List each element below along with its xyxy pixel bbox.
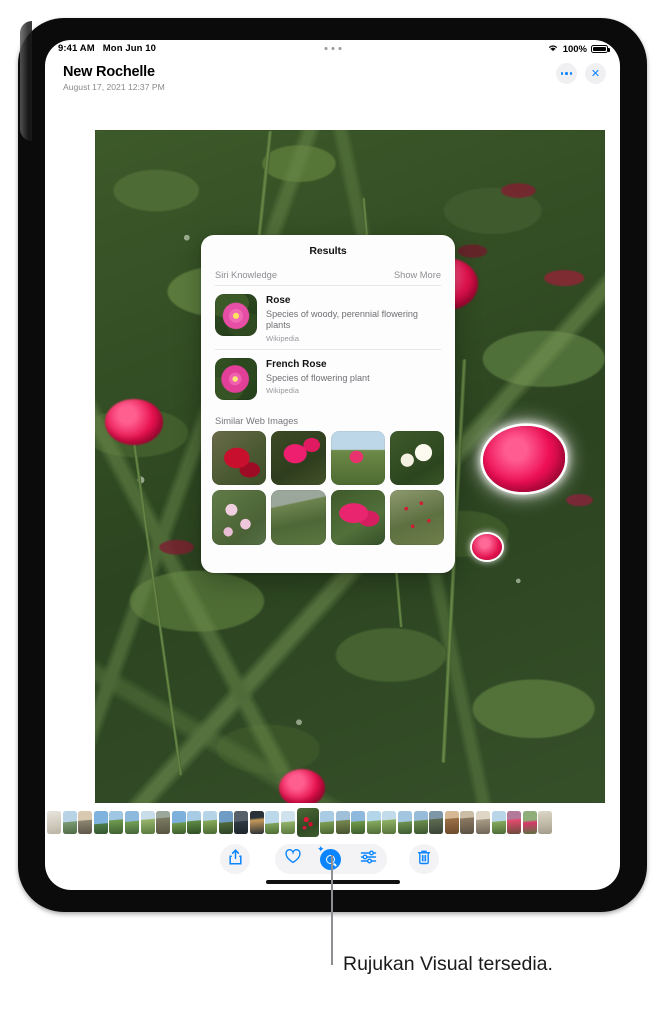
- multitask-handle[interactable]: [324, 47, 341, 50]
- filmstrip-thumb[interactable]: [398, 810, 413, 834]
- screenshot-root: 9:41 AM Mon Jun 10 100% New Rochelle Aug…: [0, 0, 665, 1024]
- adjust-button[interactable]: [360, 850, 377, 869]
- photo-filmstrip[interactable]: [45, 806, 620, 838]
- filmstrip-thumb[interactable]: [47, 810, 61, 834]
- filmstrip-thumb[interactable]: [351, 810, 366, 834]
- result-description: Species of flowering plant: [266, 372, 370, 383]
- filmstrip-thumb[interactable]: [265, 810, 280, 834]
- filmstrip-thumb[interactable]: [109, 810, 124, 834]
- wifi-icon: [547, 43, 559, 55]
- filmstrip-thumb[interactable]: [320, 810, 335, 834]
- similar-image-thumb[interactable]: [271, 490, 326, 545]
- filmstrip-thumb[interactable]: [382, 810, 397, 834]
- handle-dot: [338, 47, 341, 50]
- filmstrip-thumb[interactable]: [62, 810, 77, 834]
- similar-web-images-label: Similar Web Images: [215, 416, 299, 427]
- sparkles-icon: ✦: [316, 843, 325, 854]
- result-name: Rose: [266, 295, 291, 306]
- similar-web-images-grid: [201, 431, 455, 556]
- photo-header: New Rochelle August 17, 2021 12:37 PM ✕: [45, 60, 620, 100]
- more-options-button[interactable]: [556, 63, 577, 84]
- filmstrip-thumb[interactable]: [218, 810, 233, 834]
- delete-button[interactable]: [409, 844, 439, 874]
- filmstrip-thumb[interactable]: [476, 810, 491, 834]
- status-bar-left: 9:41 AM Mon Jun 10: [58, 43, 156, 54]
- result-name: French Rose: [266, 359, 327, 371]
- result-thumbnail-icon: [215, 294, 257, 336]
- filmstrip-thumb[interactable]: [507, 810, 522, 834]
- similar-image-thumb[interactable]: [389, 490, 444, 545]
- share-icon: [228, 848, 242, 870]
- filmstrip-thumb[interactable]: [124, 810, 139, 834]
- status-bar: 9:41 AM Mon Jun 10 100%: [45, 40, 620, 60]
- filmstrip-thumb[interactable]: [491, 810, 506, 834]
- result-text: Rose Species of woody, perennial floweri…: [266, 294, 441, 343]
- trash-icon: [417, 849, 431, 870]
- result-description: Species of woody, perennial flowering pl…: [266, 308, 418, 331]
- battery-icon: [591, 44, 610, 54]
- glowing-rose-outline[interactable]: [482, 426, 565, 493]
- result-source: Wikipedia: [266, 386, 299, 396]
- rose-bloom: [278, 769, 325, 803]
- close-icon: ✕: [590, 68, 601, 80]
- photo-timestamp: August 17, 2021 12:37 PM: [63, 82, 165, 92]
- favorite-button[interactable]: [285, 849, 301, 869]
- filmstrip-thumb-selected[interactable]: [296, 807, 319, 837]
- share-button[interactable]: [220, 844, 250, 874]
- filmstrip-thumb[interactable]: [187, 810, 202, 834]
- result-text: French Rose Species of flowering plant W…: [266, 358, 370, 395]
- filmstrip-thumb[interactable]: [78, 810, 93, 834]
- section-label: Siri Knowledge: [215, 270, 278, 280]
- filmstrip-thumb[interactable]: [538, 810, 553, 834]
- visual-lookup-results-panel: Results Siri Knowledge Show More Rose Sp…: [201, 235, 455, 573]
- filmstrip-thumb[interactable]: [429, 810, 444, 834]
- similar-image-thumb[interactable]: [212, 431, 267, 486]
- similar-image-thumb[interactable]: [389, 431, 444, 486]
- ipad-screen: 9:41 AM Mon Jun 10 100% New Rochelle Aug…: [45, 40, 620, 890]
- show-more-link[interactable]: Show More: [394, 270, 441, 280]
- results-title: Results: [309, 245, 347, 257]
- result-source: Wikipedia: [266, 334, 299, 344]
- callout-caption: Rujukan Visual tersedia.: [343, 953, 553, 975]
- filmstrip-thumb[interactable]: [413, 810, 428, 834]
- page-title: New Rochelle: [63, 64, 155, 80]
- similar-image-thumb[interactable]: [330, 431, 385, 486]
- filmstrip-thumb[interactable]: [171, 810, 186, 834]
- status-date: Mon Jun 10: [102, 43, 157, 54]
- status-time: 9:41 AM: [58, 43, 95, 54]
- battery-percent: 100%: [562, 43, 587, 55]
- ipad-device-frame: 9:41 AM Mon Jun 10 100% New Rochelle Aug…: [18, 18, 647, 912]
- header-buttons: ✕: [556, 63, 606, 84]
- filmstrip-thumb[interactable]: [444, 810, 459, 834]
- filmstrip-thumb[interactable]: [335, 810, 350, 834]
- similar-image-thumb[interactable]: [212, 490, 267, 545]
- similar-image-thumb[interactable]: [271, 431, 326, 486]
- result-row[interactable]: Rose Species of woody, perennial floweri…: [201, 286, 455, 349]
- filmstrip-thumb[interactable]: [366, 810, 381, 834]
- filmstrip-thumb[interactable]: [522, 810, 537, 834]
- filmstrip-thumb[interactable]: [93, 810, 108, 834]
- handle-dot: [324, 47, 327, 50]
- glowing-rose-outline-secondary[interactable]: [472, 533, 503, 560]
- filmstrip-thumb[interactable]: [202, 810, 217, 834]
- filmstrip-thumb[interactable]: [460, 810, 475, 834]
- filmstrip-thumb[interactable]: [280, 810, 295, 834]
- handle-dot: [331, 47, 334, 50]
- siri-knowledge-section-header: Siri Knowledge Show More: [201, 257, 455, 285]
- result-thumbnail-icon: [215, 358, 257, 401]
- filmstrip-thumb[interactable]: [156, 810, 171, 834]
- callout-leader-line: [331, 855, 333, 965]
- filmstrip-thumb[interactable]: [140, 810, 155, 834]
- status-bar-right: 100%: [547, 43, 610, 55]
- filmstrip-thumb[interactable]: [234, 810, 249, 834]
- result-row[interactable]: French Rose Species of flowering plant W…: [201, 350, 455, 406]
- more-options-icon: [560, 72, 573, 75]
- filmstrip-thumb[interactable]: [249, 810, 264, 834]
- similar-image-thumb[interactable]: [330, 490, 385, 545]
- close-button[interactable]: ✕: [585, 63, 606, 84]
